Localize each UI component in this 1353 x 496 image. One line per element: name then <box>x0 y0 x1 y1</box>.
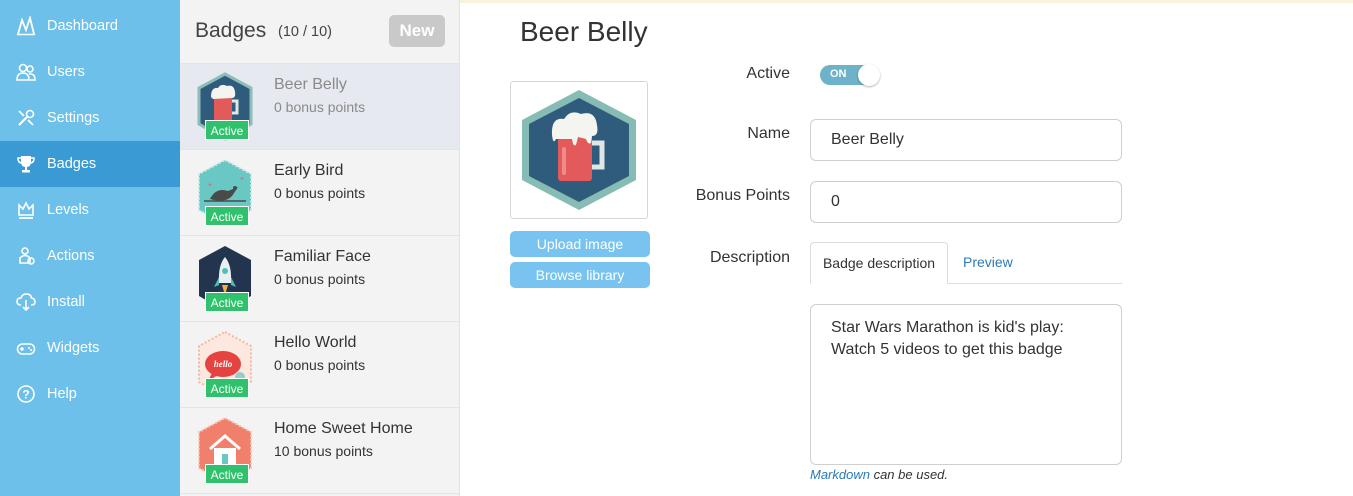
nav-label: Help <box>47 386 77 402</box>
nav-item-dashboard[interactable]: Dashboard <box>0 3 180 49</box>
badge-list-item[interactable]: Active Familiar Face 0 bonus points <box>180 236 459 322</box>
nav-item-users[interactable]: Users <box>0 49 180 95</box>
page-title: Beer Belly <box>520 16 648 47</box>
status-badge: Active <box>205 464 249 484</box>
crown-icon <box>18 201 34 219</box>
active-toggle[interactable]: ON <box>820 64 880 86</box>
badge-list-item[interactable]: Active Home Sweet Home 10 bonus points <box>180 408 459 494</box>
status-badge: Active <box>205 292 249 312</box>
name-field[interactable] <box>810 119 1122 161</box>
tab-preview[interactable]: Preview <box>963 254 1013 270</box>
svg-text:+: + <box>208 182 212 189</box>
nav-label: Badges <box>47 156 97 172</box>
trophy-icon <box>17 156 35 173</box>
svg-text:+: + <box>240 176 244 183</box>
toggle-knob <box>858 64 880 86</box>
svg-text:?: ? <box>22 388 29 402</box>
status-badge: Active <box>205 378 249 398</box>
users-icon <box>16 63 36 81</box>
badge-points: 0 bonus points <box>274 357 366 373</box>
gamepad-icon <box>16 343 36 355</box>
markdown-note-text: can be used. <box>869 467 949 482</box>
bonus-points-field[interactable] <box>810 181 1122 223</box>
badge-list-item[interactable]: + + Active Early Bird 0 bonus points <box>180 150 459 236</box>
badge-list-item[interactable]: Active Beer Belly 0 bonus points <box>180 64 459 150</box>
beer-mug-icon <box>522 90 636 210</box>
badge-name: Early Bird <box>274 162 344 179</box>
nav-label: Users <box>47 64 85 80</box>
badge-points: 0 bonus points <box>274 271 366 287</box>
badge-name: Familiar Face <box>274 248 371 265</box>
badge-count: (10 / 10) <box>278 24 332 40</box>
status-badge: Active <box>205 206 249 226</box>
badge-name: Hello World <box>274 334 357 351</box>
markdown-link[interactable]: Markdown <box>810 467 870 482</box>
badge-points: 10 bonus points <box>274 443 373 459</box>
nav-label: Actions <box>47 248 95 264</box>
nav-item-actions[interactable]: Actions <box>0 233 180 279</box>
upload-image-button[interactable]: Upload image <box>510 231 650 257</box>
badge-list-panel: Badges (10 / 10) New Active Beer Belly 0… <box>180 0 460 496</box>
nav-label: Dashboard <box>47 18 118 34</box>
nav-label: Levels <box>47 202 89 218</box>
badge-list-title: Badges <box>195 19 267 42</box>
svg-text:hello: hello <box>214 359 233 369</box>
description-label: Description <box>709 249 790 266</box>
nav-item-install[interactable]: Install <box>0 279 180 325</box>
cloud-download-icon <box>16 293 36 312</box>
markdown-note: Markdown can be used. <box>810 467 948 482</box>
dashboard-icon <box>17 16 35 36</box>
tab-badge-description[interactable]: Badge description <box>810 242 948 284</box>
nav-label: Widgets <box>47 340 100 356</box>
description-tabs: Badge description Preview <box>810 242 1122 284</box>
nav-label: Settings <box>47 110 100 126</box>
active-label: Active <box>746 65 790 82</box>
bonus-points-label: Bonus Points <box>695 187 790 204</box>
help-icon: ? <box>17 385 35 403</box>
status-badge: Active <box>205 120 249 140</box>
new-badge-button[interactable]: New <box>389 15 445 47</box>
browse-library-button[interactable]: Browse library <box>510 262 650 288</box>
sidebar-nav: Dashboard Users Settings Badges Levels A… <box>0 0 180 496</box>
badge-points: 0 bonus points <box>274 185 366 201</box>
badge-list-item[interactable]: hello Active Hello World 0 bonus points <box>180 322 459 408</box>
nav-item-settings[interactable]: Settings <box>0 95 180 141</box>
badge-image-preview <box>510 81 648 219</box>
badge-name: Beer Belly <box>274 76 347 93</box>
name-label: Name <box>747 125 790 142</box>
badge-list-header: Badges (10 / 10) New <box>180 0 460 64</box>
badge-name: Home Sweet Home <box>274 420 413 437</box>
badge-points: 0 bonus points <box>274 99 366 115</box>
actions-icon <box>19 247 35 265</box>
nav-item-levels[interactable]: Levels <box>0 187 180 233</box>
top-notice-strip <box>460 0 1353 3</box>
nav-label: Install <box>47 294 85 310</box>
description-textarea[interactable]: Star Wars Marathon is kid's play: Watch … <box>810 304 1122 465</box>
toggle-state: ON <box>830 68 847 80</box>
nav-item-help[interactable]: ? Help <box>0 371 180 417</box>
settings-icon <box>18 109 35 126</box>
nav-item-widgets[interactable]: Widgets <box>0 325 180 371</box>
nav-item-badges[interactable]: Badges <box>0 141 180 187</box>
